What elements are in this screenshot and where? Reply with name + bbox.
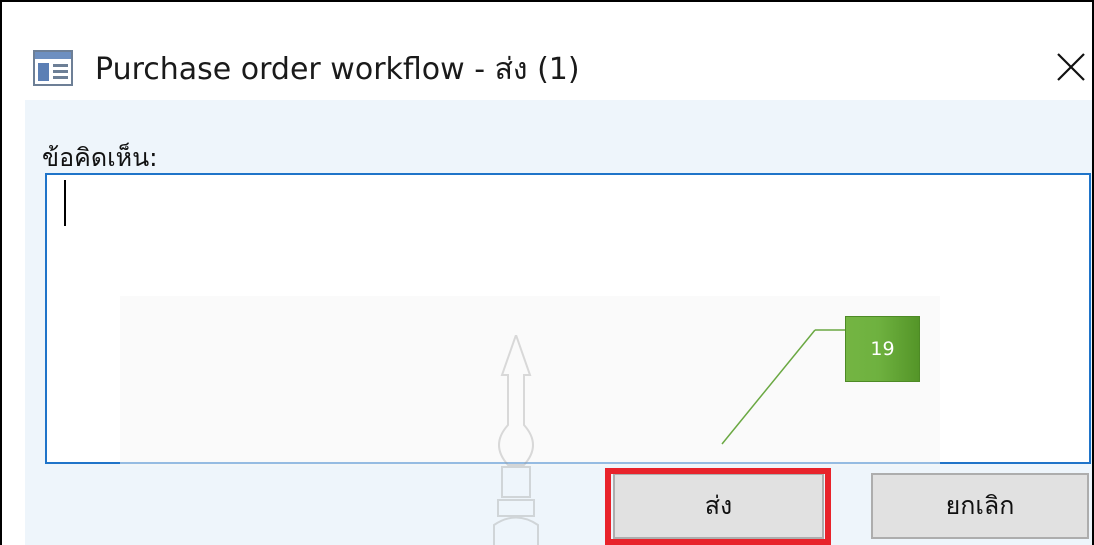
comment-label: ข้อคิดเห็น: (42, 143, 158, 172)
step-number-badge: 19 (845, 316, 920, 382)
watermark-emblem-icon (493, 335, 539, 545)
send-button[interactable]: ส่ง (613, 473, 824, 539)
cancel-button[interactable]: ยกเลิก (871, 473, 1089, 539)
callout-line (721, 329, 845, 445)
text-caret (64, 180, 66, 226)
window-icon (33, 50, 73, 86)
dialog-title: Purchase order workflow - ส่ง (1) (95, 52, 580, 87)
close-icon[interactable] (1054, 50, 1088, 84)
